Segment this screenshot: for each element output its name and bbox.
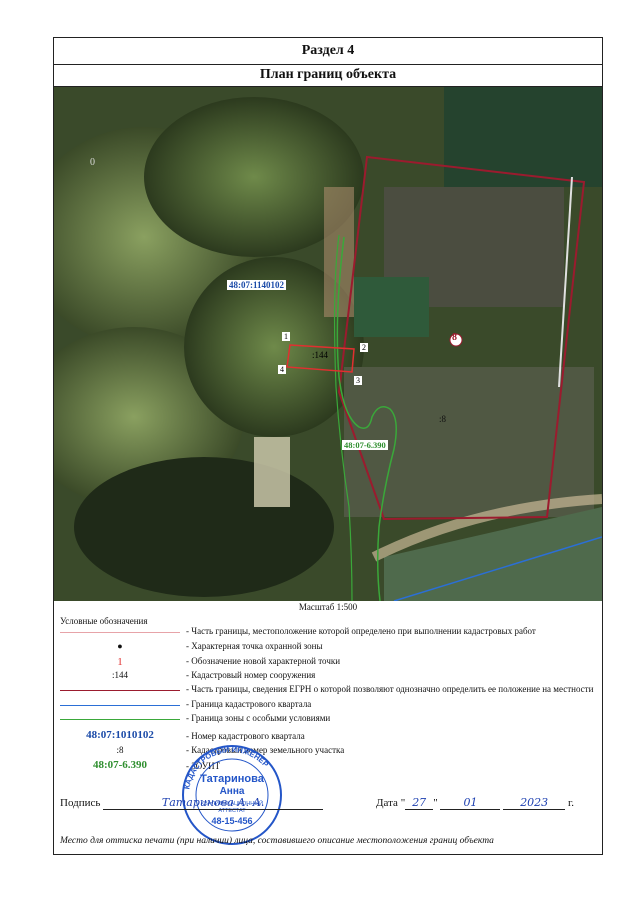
legend-symbol-blue-line xyxy=(60,705,180,706)
parcel-label: :8 xyxy=(439,414,447,424)
legend-item: 48:07-6.390 - ЗОУИТ xyxy=(54,759,602,775)
dark-yard xyxy=(74,457,334,597)
signature-handwriting: Татаринова А. А. xyxy=(103,796,324,810)
structure-label: :144 xyxy=(312,350,329,360)
map-scale: Масштаб 1:500 xyxy=(298,602,358,612)
legend-symbol-dark-red-line xyxy=(60,690,180,691)
legend-item: - Часть границы, сведения ЕГРН о которой… xyxy=(54,684,602,698)
legend-symbol-green-line xyxy=(60,719,180,720)
point-4: 4 xyxy=(278,365,286,374)
date-year-suffix: г. xyxy=(567,797,574,809)
legend-symbol-quarter: 48:07:1010102 xyxy=(86,729,154,741)
field xyxy=(444,87,602,187)
marker-label: 8 xyxy=(452,332,457,343)
point-2: 2 xyxy=(360,343,368,352)
date-label: Дата xyxy=(376,797,398,809)
date-year: 2023 xyxy=(503,796,566,810)
date-day: 27 xyxy=(405,796,434,810)
legend-item: ● - Характерная точка охранной зоны xyxy=(54,641,602,655)
edge-digit: 0 xyxy=(90,157,95,168)
legend-item: - Граница зоны с особыми условиями xyxy=(54,713,602,727)
legend-symbol-zone: 48:07-6.390 xyxy=(92,759,148,771)
map-svg xyxy=(54,87,602,601)
satellite-map: 0 48:07:1140102 48:07-6.390 :144 :8 8 1 … xyxy=(54,87,602,601)
house-roof xyxy=(354,277,429,337)
date-month: 01 xyxy=(440,796,501,810)
legend-item: :144 - Кадастровый номер сооружения xyxy=(54,670,602,684)
legend-item: - Часть границы, местоположение которой … xyxy=(54,626,602,640)
legend-item: - Граница кадастрового квартала xyxy=(54,699,602,713)
section-title: Раздел 4 xyxy=(54,38,602,65)
zone-label: 48:07-6.390 xyxy=(342,440,388,450)
document-frame: Раздел 4 План границ объекта 0 48:07:114… xyxy=(53,37,603,855)
legend-title: Условные обозначения xyxy=(60,616,148,626)
shed-roof xyxy=(254,437,290,507)
legend-item: 48:07:1010102 - Номер кадастрового кварт… xyxy=(54,729,602,745)
quarter-label: 48:07:1140102 xyxy=(227,280,286,290)
date-row: Дата " 27 " 01 2023 г. xyxy=(376,796,574,810)
signature-row: Подпись Татаринова А. А. xyxy=(60,796,324,810)
legend-symbol-dot: ● xyxy=(117,641,123,651)
legend-symbol-red-line xyxy=(60,632,180,633)
stamp-place-note: Место для оттиска печати (при наличии) л… xyxy=(60,836,494,846)
legend-symbol-parcel: :8 xyxy=(116,745,124,755)
plan-title: План границ объекта xyxy=(54,64,602,87)
legend-symbol-point-number: 1 xyxy=(117,656,123,668)
legend-symbol-structure: :144 xyxy=(111,670,128,680)
seal-name: Татаринова xyxy=(200,773,264,785)
point-1: 1 xyxy=(282,332,290,341)
signature-label: Подпись xyxy=(60,797,101,809)
point-3: 3 xyxy=(354,376,362,385)
legend-item: :8 - Кадастровый номер земельного участк… xyxy=(54,745,602,759)
seal-number: 48-15-456 xyxy=(211,816,253,826)
legend-item: 1 - Обозначение новой характерной точки xyxy=(54,656,602,670)
seal-stamp: КАДАСТРОВЫЙ ИНЖЕНЕР Татаринова Анна КВАЛ… xyxy=(180,743,284,847)
